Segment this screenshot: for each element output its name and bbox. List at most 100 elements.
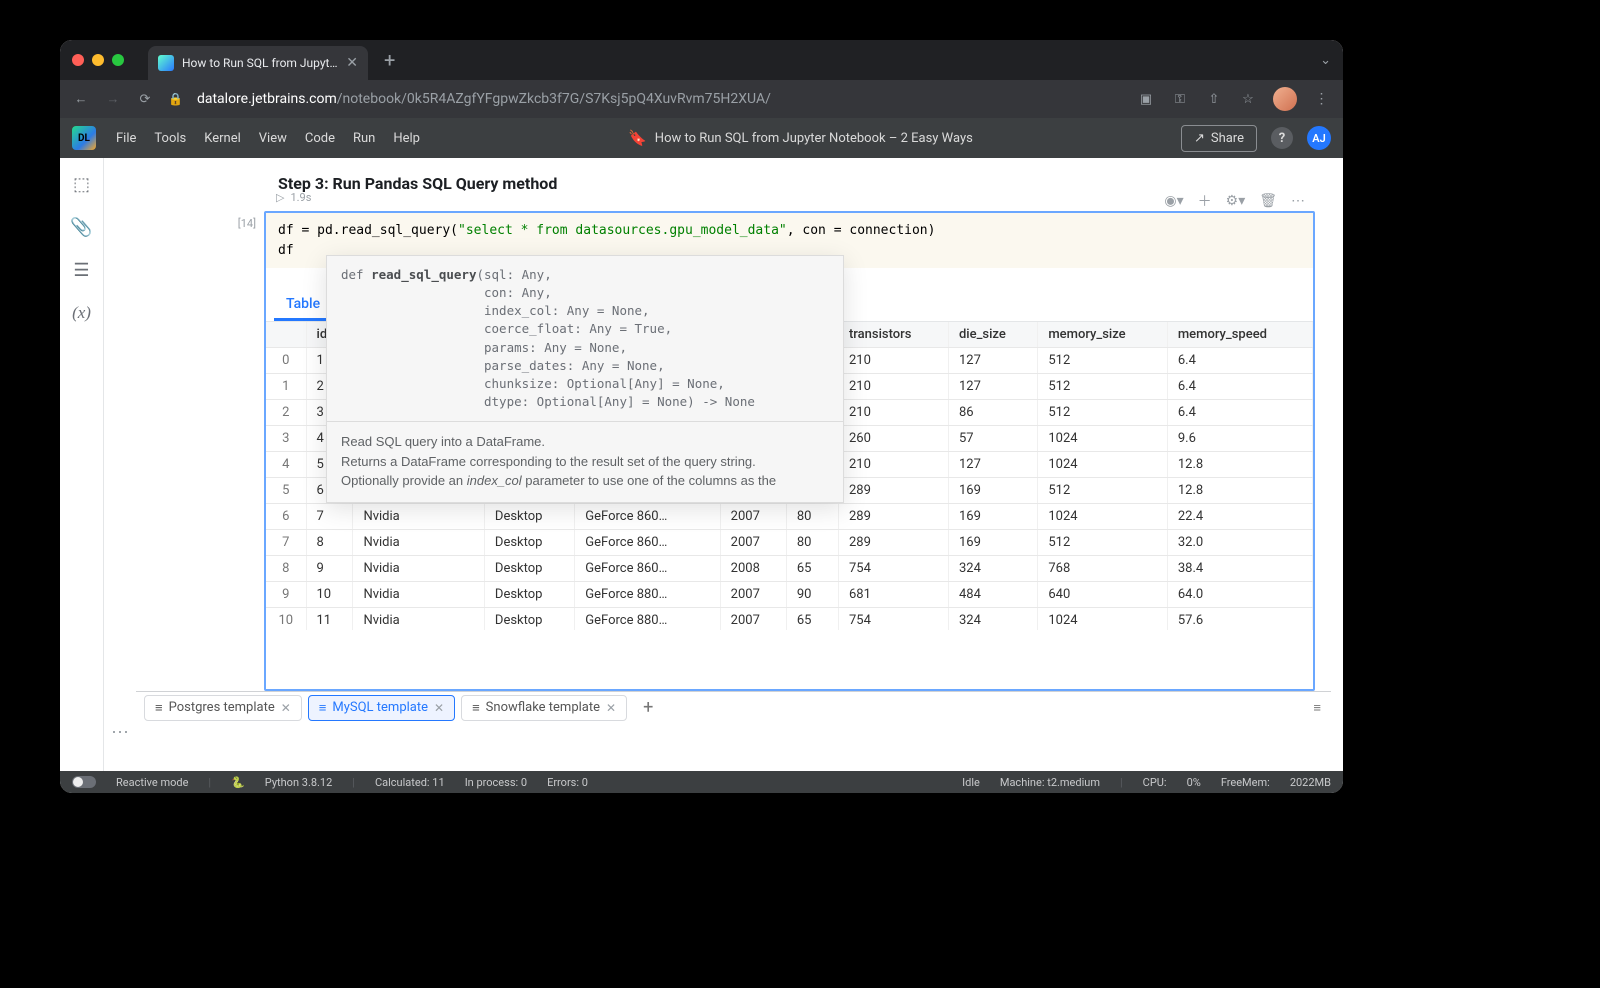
url-field[interactable]: datalore.jetbrains.com/notebook/0k5R4AZg…: [197, 91, 1123, 107]
sheet-label: MySQL template: [332, 700, 428, 715]
cell-exec-count: [14]: [220, 211, 264, 691]
cube-icon[interactable]: ⬚: [73, 174, 90, 195]
table-row[interactable]: 1011NvidiaDesktopGeForce 880…20076575432…: [266, 608, 1313, 631]
addressbar: ← → ⟳ 🔒 datalore.jetbrains.com/notebook/…: [60, 80, 1343, 118]
tab-title: How to Run SQL from Jupyter: [182, 56, 338, 70]
col-index[interactable]: [266, 322, 306, 348]
app-header: DL File Tools Kernel View Code Run Help 🔖 How …: [60, 118, 1343, 158]
section-heading: Step 3: Run Pandas SQL Query method: [136, 158, 1331, 211]
col-memory_speed[interactable]: memory_speed: [1167, 322, 1312, 348]
signature-popup: def read_sql_query(sql: Any, con: Any, i…: [326, 255, 844, 503]
delete-cell-icon[interactable]: 🗑: [1259, 193, 1277, 209]
table-row[interactable]: 67NvidiaDesktopGeForce 860…2007802891691…: [266, 504, 1313, 530]
notebook-title: How to Run SQL from Jupyter Notebook – 2…: [655, 131, 973, 146]
share-icon[interactable]: ⇧: [1205, 90, 1223, 108]
status-machine: Machine: t2.medium: [1000, 776, 1100, 789]
app-logo[interactable]: DL: [72, 126, 96, 150]
browser-menu-icon[interactable]: ⋮: [1313, 90, 1331, 108]
visibility-icon[interactable]: ◉▾: [1164, 193, 1183, 209]
table-row[interactable]: 78NvidiaDesktopGeForce 860…2007802891695…: [266, 530, 1313, 556]
status-cpu-label: CPU:: [1143, 776, 1167, 789]
browser-tabbar: How to Run SQL from Jupyter ✕ + ⌄: [60, 40, 1343, 80]
menu-code[interactable]: Code: [305, 131, 335, 146]
play-icon[interactable]: ▷: [276, 191, 284, 204]
forward-button[interactable]: →: [104, 90, 122, 108]
sheet-tabs: ≡ Postgres template ✕ ≡ MySQL template ✕ ≡ Snow…: [136, 691, 1331, 723]
tab-overflow-icon[interactable]: ⌄: [1308, 53, 1343, 68]
reactive-toggle[interactable]: [72, 776, 96, 788]
browser-window: How to Run SQL from Jupyter ✕ + ⌄ ← → ⟳ …: [60, 40, 1343, 793]
star-icon[interactable]: ☆: [1239, 90, 1257, 108]
close-sheet-icon[interactable]: ✕: [606, 701, 616, 715]
menu-help[interactable]: Help: [393, 131, 420, 146]
status-errors: Errors: 0: [547, 776, 588, 789]
workspace: ⬚ 📎 ☰ (x) ⋯ Step 3: Run Pandas SQL Query…: [60, 158, 1343, 771]
share-icon: ↗: [1194, 131, 1205, 146]
notebook-content: Step 3: Run Pandas SQL Query method [14]…: [136, 158, 1331, 771]
right-gutter: [1331, 158, 1343, 771]
attach-icon[interactable]: 📎: [70, 217, 92, 238]
status-python: Python 3.8.12: [265, 776, 333, 789]
sheet-tab[interactable]: ≡ Snowflake template ✕: [461, 695, 627, 721]
profile-avatar[interactable]: [1273, 87, 1297, 111]
more-icon[interactable]: ⋯: [1291, 193, 1305, 209]
bookmark-icon[interactable]: 🔖: [628, 129, 647, 147]
col-die_size[interactable]: die_size: [948, 322, 1037, 348]
menu-run[interactable]: Run: [353, 131, 375, 146]
status-cpu-value: 0%: [1187, 776, 1201, 789]
doc-detail-2: Optionally provide an index_col paramete…: [341, 471, 829, 491]
reload-button[interactable]: ⟳: [136, 90, 154, 108]
code-cell[interactable]: ▷ 1.9s ◉▾ ＋ ⚙▾ 🗑 ⋯ df = pd.read_sql_quer…: [264, 211, 1315, 691]
sheet-label: Snowflake template: [486, 700, 600, 715]
cell-run-meta: ▷ 1.9s: [276, 191, 311, 204]
python-icon: 🐍: [231, 776, 245, 789]
status-freemem-label: FreeMem:: [1221, 776, 1270, 789]
table-row[interactable]: 89NvidiaDesktopGeForce 860…2008657543247…: [266, 556, 1313, 582]
cell-toolbar: ◉▾ ＋ ⚙▾ 🗑 ⋯: [1164, 191, 1305, 211]
minimize-window-button[interactable]: [92, 54, 104, 66]
function-signature: def read_sql_query(sql: Any, con: Any, i…: [341, 266, 829, 411]
col-transistors[interactable]: transistors: [838, 322, 948, 348]
sheet-overflow-icon[interactable]: ≡: [1303, 700, 1331, 716]
user-avatar[interactable]: AJ: [1307, 126, 1331, 150]
add-sheet-button[interactable]: +: [633, 697, 663, 718]
install-app-icon[interactable]: ▣: [1137, 90, 1155, 108]
sheet-icon: ≡: [472, 700, 480, 716]
close-sheet-icon[interactable]: ✕: [434, 701, 444, 715]
col-memory_size[interactable]: memory_size: [1038, 322, 1168, 348]
share-button[interactable]: ↗ Share: [1181, 125, 1257, 152]
new-tab-button[interactable]: +: [376, 48, 403, 72]
cell-settings-icon[interactable]: ⚙▾: [1226, 193, 1246, 209]
sheet-icon: ≡: [155, 700, 163, 716]
menu-file[interactable]: File: [116, 131, 136, 146]
window-controls: [72, 54, 124, 66]
sheet-tab[interactable]: ≡ Postgres template ✕: [144, 695, 302, 721]
sheet-tab[interactable]: ≡MySQL template✕: [308, 695, 455, 721]
status-reactive: Reactive mode: [116, 776, 188, 789]
menu-view[interactable]: View: [259, 131, 287, 146]
statusbar: Reactive mode | 🐍 Python 3.8.12 | Calcul…: [60, 771, 1343, 793]
outline-icon[interactable]: ☰: [73, 260, 89, 281]
close-window-button[interactable]: [72, 54, 84, 66]
add-cell-icon[interactable]: ＋: [1198, 191, 1212, 211]
close-sheet-icon[interactable]: ✕: [281, 701, 291, 715]
close-tab-icon[interactable]: ✕: [346, 55, 358, 71]
variables-icon[interactable]: (x): [72, 303, 91, 323]
menu-kernel[interactable]: Kernel: [204, 131, 241, 146]
back-button[interactable]: ←: [72, 90, 90, 108]
browser-tab[interactable]: How to Run SQL from Jupyter ✕: [148, 46, 368, 80]
status-in-process: In process: 0: [465, 776, 527, 789]
output-tab-table[interactable]: Table: [274, 290, 332, 321]
app-menu: File Tools Kernel View Code Run Help: [116, 131, 420, 146]
maximize-window-button[interactable]: [112, 54, 124, 66]
password-key-icon[interactable]: ⚿: [1171, 90, 1189, 108]
menu-tools[interactable]: Tools: [154, 131, 186, 146]
sheet-label: Postgres template: [169, 700, 275, 715]
doc-summary: Read SQL query into a DataFrame.: [341, 432, 829, 452]
table-row[interactable]: 910NvidiaDesktopGeForce 880…200790681484…: [266, 582, 1313, 608]
help-icon[interactable]: ?: [1271, 127, 1293, 149]
left-toolstrip-bottom: ⋯: [104, 158, 136, 771]
status-calculated: Calculated: 11: [375, 776, 445, 789]
lock-icon[interactable]: 🔒: [168, 92, 183, 106]
more-tools-icon[interactable]: ⋯: [111, 722, 129, 743]
